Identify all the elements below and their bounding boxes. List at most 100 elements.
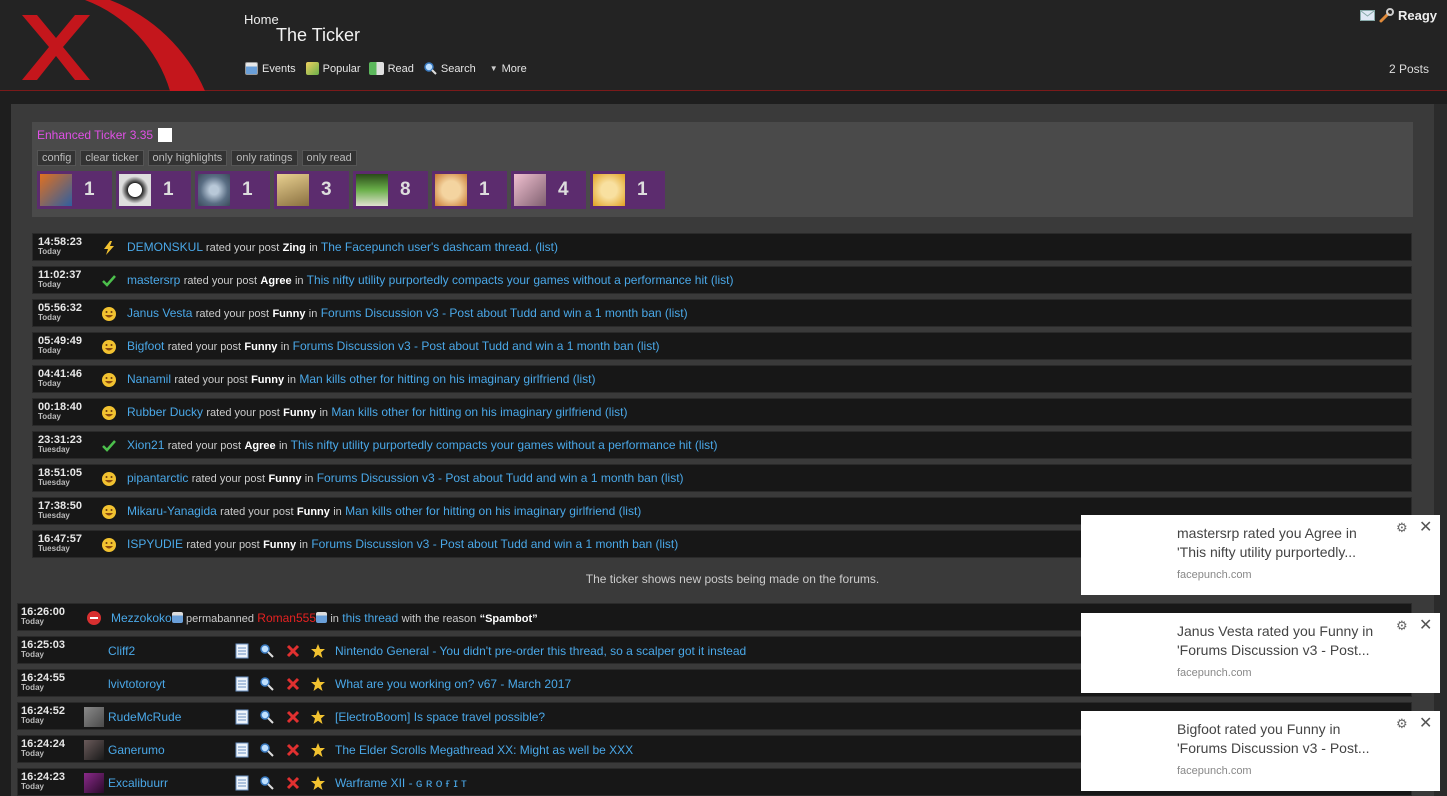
nav-search[interactable]: Search (424, 62, 476, 75)
thread-link[interactable]: Forums Discussion v3 - Post about Tudd a… (311, 537, 652, 551)
search-icon[interactable] (259, 676, 275, 692)
nav-more[interactable]: ▼ More (490, 62, 527, 75)
search-icon[interactable] (259, 775, 275, 791)
close-icon[interactable] (285, 775, 301, 791)
rater-avatar-cell[interactable]: 8 (353, 171, 428, 209)
list-link[interactable]: (list) (573, 372, 596, 386)
close-icon[interactable]: ✕ (1419, 517, 1432, 537)
desktop-notification[interactable]: Bigfoot rated you Funny in 'Forums Discu… (1081, 711, 1440, 791)
rater-name[interactable]: ISPYUDIE (127, 537, 183, 551)
thread-title[interactable]: [ElectroBoom] Is space travel possible? (335, 710, 545, 724)
thread-link[interactable]: Man kills other for hitting on his imagi… (299, 372, 569, 386)
breadcrumb-home[interactable]: Home (244, 12, 279, 27)
poster-name[interactable]: Cliff2 (108, 644, 135, 658)
close-icon[interactable]: ✕ (1419, 713, 1432, 733)
rater-name[interactable]: Rubber Ducky (127, 405, 203, 419)
rating-count: 1 (163, 179, 174, 200)
thread-title[interactable]: Warframe XII - ɢ ʀ ᴏ ғ ɪ ᴛ (335, 776, 467, 790)
page-icon[interactable] (234, 643, 250, 659)
close-icon[interactable] (285, 676, 301, 692)
poster-name[interactable]: lvivtotoroyt (108, 677, 165, 691)
ban-thread-link[interactable]: this thread (342, 611, 398, 625)
nav-popular[interactable]: Popular (305, 62, 361, 75)
gear-icon[interactable]: ⚙ (1396, 520, 1408, 536)
page-icon[interactable] (234, 676, 250, 692)
rater-name[interactable]: Janus Vesta (127, 306, 192, 320)
gear-icon[interactable]: ⚙ (1396, 716, 1408, 732)
close-icon[interactable] (285, 742, 301, 758)
moderator-name[interactable]: Mezzokoko (111, 611, 172, 625)
desktop-notification[interactable]: mastersrp rated you Agree in 'This nifty… (1081, 515, 1440, 595)
mail-icon[interactable] (1359, 10, 1375, 21)
rater-avatar-cell[interactable]: 1 (590, 171, 665, 209)
page-icon[interactable] (234, 709, 250, 725)
rater-name[interactable]: pipantarctic (127, 471, 188, 485)
rater-name[interactable]: Mikaru-Yanagida (127, 504, 217, 518)
only-highlights-button[interactable]: only highlights (147, 150, 228, 166)
clear-ticker-button[interactable]: clear ticker (80, 150, 144, 166)
thread-link[interactable]: This nifty utility purportedly compacts … (291, 438, 692, 452)
close-icon[interactable]: ✕ (1419, 615, 1432, 635)
rater-avatar-cell[interactable]: 1 (195, 171, 270, 209)
close-icon[interactable] (285, 709, 301, 725)
thread-link[interactable]: Man kills other for hitting on his imagi… (345, 504, 615, 518)
page-icon[interactable] (234, 775, 250, 791)
rating-text: Bigfoot rated your post Funny in Forums … (127, 339, 660, 353)
thread-link[interactable]: This nifty utility purportedly compacts … (307, 273, 708, 287)
rater-name[interactable]: Xion21 (127, 438, 164, 452)
rater-name[interactable]: DEMONSKUL (127, 240, 203, 254)
list-link[interactable]: (list) (661, 471, 684, 485)
poster-name[interactable]: RudeMcRude (108, 710, 181, 724)
thread-title[interactable]: What are you working on? v67 - March 201… (335, 677, 571, 691)
search-icon[interactable] (259, 643, 275, 659)
rater-name[interactable]: mastersrp (127, 273, 180, 287)
poster-name[interactable]: Ganerumo (108, 743, 165, 757)
config-button[interactable]: config (37, 150, 77, 166)
only-read-button[interactable]: only read (301, 150, 357, 166)
rater-avatar-cell[interactable]: 1 (37, 171, 112, 209)
username[interactable]: Reagy (1398, 8, 1437, 23)
nav-read[interactable]: Read (368, 62, 414, 75)
list-link[interactable]: (list) (619, 504, 642, 518)
rater-avatar-cell[interactable]: 4 (511, 171, 586, 209)
rater-name[interactable]: Bigfoot (127, 339, 164, 353)
thread-link[interactable]: Forums Discussion v3 - Post about Tudd a… (321, 306, 662, 320)
star-icon[interactable] (310, 676, 326, 692)
poster-name[interactable]: Excalibuurr (108, 776, 168, 790)
time-day: Today (38, 379, 61, 388)
star-icon[interactable] (310, 643, 326, 659)
list-link[interactable]: (list) (665, 306, 688, 320)
rater-avatar-cell[interactable]: 1 (116, 171, 191, 209)
site-logo[interactable] (0, 0, 215, 91)
list-link[interactable]: (list) (695, 438, 718, 452)
only-ratings-button[interactable]: only ratings (231, 150, 298, 166)
list-link[interactable]: (list) (656, 537, 679, 551)
close-icon[interactable] (285, 643, 301, 659)
desktop-notification[interactable]: Janus Vesta rated you Funny in 'Forums D… (1081, 613, 1440, 693)
page-icon[interactable] (234, 742, 250, 758)
star-icon[interactable] (310, 709, 326, 725)
list-link[interactable]: (list) (535, 240, 558, 254)
thread-link[interactable]: Forums Discussion v3 - Post about Tudd a… (317, 471, 658, 485)
thread-link[interactable]: Forums Discussion v3 - Post about Tudd a… (293, 339, 634, 353)
wrench-icon[interactable] (1379, 8, 1394, 23)
thread-link[interactable]: The Facepunch user's dashcam thread. (321, 240, 532, 254)
rater-avatar-cell[interactable]: 3 (274, 171, 349, 209)
star-icon[interactable] (310, 775, 326, 791)
star-icon[interactable] (310, 742, 326, 758)
thread-title[interactable]: The Elder Scrolls Megathread XX: Might a… (335, 743, 633, 757)
gear-icon[interactable]: ⚙ (1396, 618, 1408, 634)
list-link[interactable]: (list) (711, 273, 734, 287)
search-icon[interactable] (259, 742, 275, 758)
rater-name[interactable]: Nanamil (127, 372, 171, 386)
thread-title[interactable]: Nintendo General - You didn't pre-order … (335, 644, 746, 658)
rater-avatar-cell[interactable]: 1 (432, 171, 507, 209)
nav-events[interactable]: Events (245, 62, 296, 75)
rating-verb: rated your post (183, 275, 258, 287)
funny-icon (102, 505, 116, 519)
list-link[interactable]: (list) (637, 339, 660, 353)
list-link[interactable]: (list) (605, 405, 628, 419)
thread-link[interactable]: Man kills other for hitting on his imagi… (331, 405, 601, 419)
search-icon[interactable] (259, 709, 275, 725)
banned-user[interactable]: Roman555 (257, 611, 316, 625)
